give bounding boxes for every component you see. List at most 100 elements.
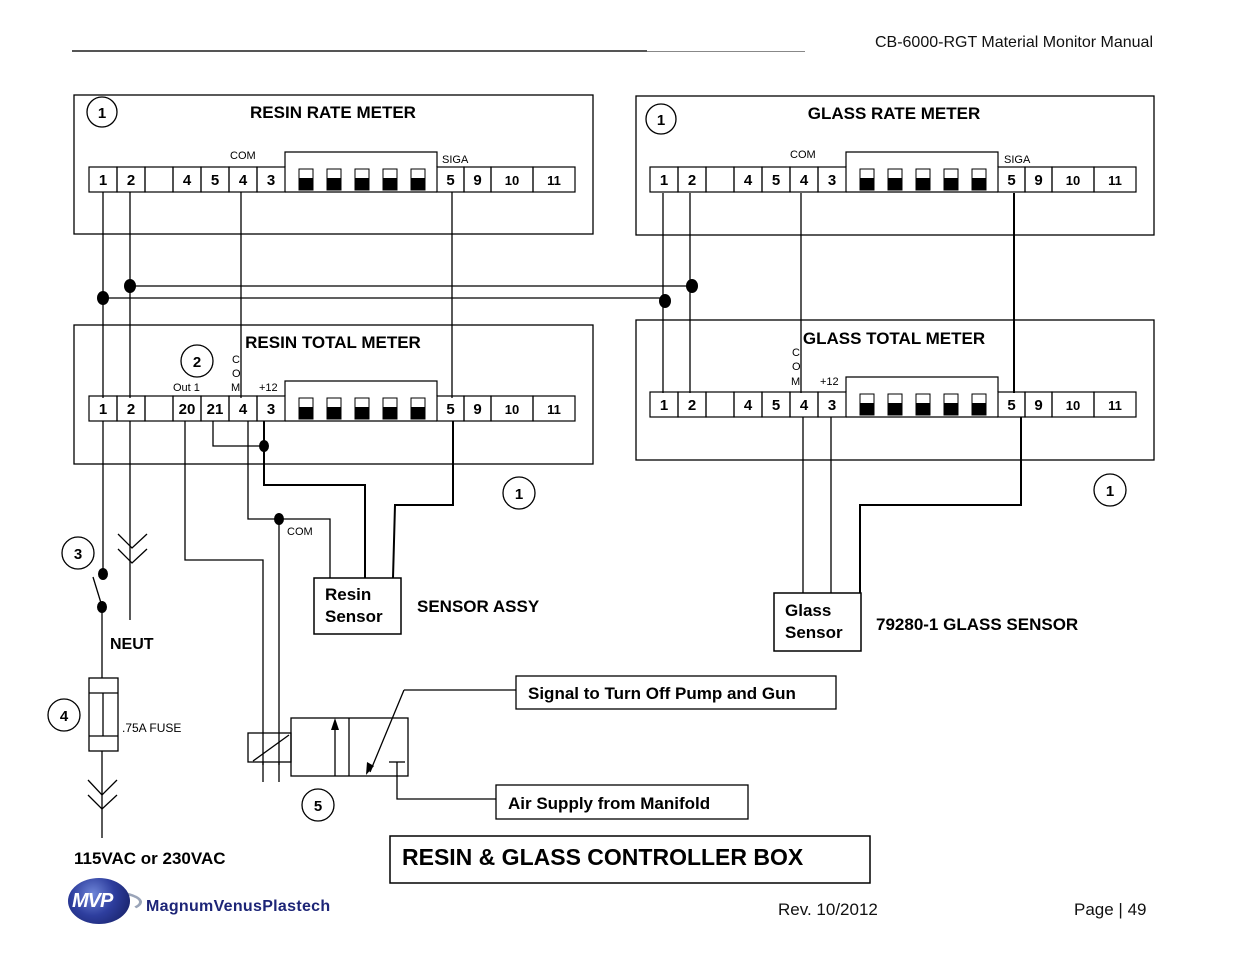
dip-switch-toggle (411, 178, 425, 190)
terminal-label: 10 (505, 402, 519, 417)
callout-resin-total: 2 (193, 354, 201, 371)
glass-sensor-line1: Glass (785, 601, 831, 620)
terminal-label: 11 (547, 402, 561, 417)
dip-switch-toggle (327, 178, 341, 190)
resin-rate-siga-label: SIGA (442, 154, 469, 166)
terminal-label: 9 (1034, 397, 1042, 414)
terminal-label: 4 (800, 397, 809, 414)
glass-sensor-line2: Sensor (785, 623, 843, 642)
terminal-label: 5 (446, 401, 454, 418)
terminal-label: 1 (660, 397, 668, 414)
terminal-label: 2 (127, 401, 135, 418)
page-number: Page | 49 (1074, 900, 1147, 919)
junction-dots (97, 279, 698, 613)
dip-switch-toggle (888, 178, 902, 190)
terminal-label: 2 (688, 397, 696, 414)
wires (87, 192, 1022, 838)
resin-total-com-o: O (232, 368, 241, 380)
resin-rate-com-label: COM (230, 150, 256, 162)
resin-total-com-c: C (232, 354, 240, 366)
terminal-label: 9 (473, 172, 481, 189)
terminal-label: 4 (239, 401, 248, 418)
callout-glass-rate: 1 (657, 112, 665, 129)
terminal-label: 4 (183, 172, 192, 189)
terminal-label: 5 (446, 172, 454, 189)
terminal (144, 395, 174, 422)
terminal (705, 391, 735, 418)
callout-valve: 5 (314, 798, 322, 815)
glass-total-com-m: M (791, 376, 800, 388)
resin-total-meter-title: RESIN TOTAL METER (245, 333, 421, 352)
terminal-label: 9 (473, 401, 481, 418)
resin-total-out1-label: Out 1 (173, 382, 200, 394)
glass-total-com-o: O (792, 361, 801, 373)
callout-glass-sensor: 1 (1106, 483, 1114, 500)
terminal-label: 4 (744, 397, 753, 414)
dip-switch-housing (845, 151, 999, 167)
terminal (144, 166, 174, 193)
dip-switch-housing (284, 151, 438, 167)
dip-switch-toggle (327, 407, 341, 419)
terminal-label: 11 (1108, 398, 1122, 413)
terminal-label: 3 (828, 172, 836, 189)
dip-switch-toggle (944, 403, 958, 415)
terminal-label: 4 (744, 172, 753, 189)
terminal-label: 10 (1066, 173, 1080, 188)
terminal-label: 9 (1034, 172, 1042, 189)
dip-switch-toggle (299, 407, 313, 419)
terminal-label: 10 (1066, 398, 1080, 413)
terminal-label: 5 (1007, 397, 1015, 414)
resin-total-plus12: +12 (259, 382, 278, 394)
revision-date: Rev. 10/2012 (778, 900, 878, 919)
terminal-label: 5 (211, 172, 219, 189)
glass-rate-siga-label: SIGA (1004, 154, 1031, 166)
dip-switch-housing (284, 380, 438, 396)
controller-title: RESIN & GLASS CONTROLLER BOX (402, 844, 804, 870)
glass-rate-terminal-strip: 1 2 4 5 4 3 5 9 10 11 (649, 151, 1137, 193)
glass-sensor-caption: 79280-1 GLASS SENSOR (876, 615, 1078, 634)
terminal-label: 11 (1108, 173, 1122, 188)
terminal-label: 4 (800, 172, 809, 189)
dip-switch-toggle (299, 178, 313, 190)
terminal-label: 2 (688, 172, 696, 189)
resin-sensor-line2: Sensor (325, 607, 383, 626)
terminal-label: 5 (772, 397, 780, 414)
callout-switch: 3 (74, 546, 82, 563)
glass-total-terminal-strip: 1 2 4 5 4 3 5 9 10 11 (649, 376, 1137, 418)
dip-switch-toggle (916, 403, 930, 415)
dip-switch-housing (845, 376, 999, 392)
wiring-diagram: 1 2 4 5 4 3 5 9 10 11 1 2 4 5 4 3 5 9 10 111 2 20 21 4 3 5 9 10 11 1 2… (47, 94, 1155, 884)
dip-switch-toggle (944, 178, 958, 190)
logo-text: MagnumVenusPlastech (146, 898, 331, 915)
dip-switch-toggle (355, 178, 369, 190)
resin-sensor-line1: Resin (325, 585, 371, 604)
callout-fuse: 4 (60, 708, 69, 725)
resin-total-terminal-strip: 1 2 20 21 4 3 5 9 10 11 (88, 380, 576, 422)
glass-rate-meter-title: GLASS RATE METER (808, 104, 981, 123)
terminal-label: 3 (267, 401, 275, 418)
glass-total-plus12: +12 (820, 376, 839, 388)
terminal (705, 166, 735, 193)
air-supply-label: Air Supply from Manifold (508, 794, 710, 813)
company-logo: MVP MagnumVenusPlastech (64, 872, 364, 932)
neutral-label: NEUT (110, 636, 154, 653)
resin-sensor-caption: SENSOR ASSY (417, 597, 540, 616)
terminal-label: 11 (547, 173, 561, 188)
dip-switch-toggle (888, 403, 902, 415)
dip-switch-toggle (355, 407, 369, 419)
callout-resin-sensor: 1 (515, 486, 523, 503)
terminal-label: 10 (505, 173, 519, 188)
fuse-label: .75A FUSE (122, 721, 181, 735)
terminal-label: 1 (99, 401, 107, 418)
logo-mark: MVP (72, 890, 113, 912)
dip-switch-toggle (383, 178, 397, 190)
terminal-label: 1 (99, 172, 107, 189)
terminal-label: 21 (207, 401, 224, 418)
dip-switch-toggle (916, 178, 930, 190)
glass-total-meter-title: GLASS TOTAL METER (803, 329, 985, 348)
resin-rate-meter-title: RESIN RATE METER (250, 103, 416, 122)
resin-rate-terminal-strip: 1 2 4 5 4 3 5 9 10 11 (88, 151, 576, 193)
dip-switch-toggle (383, 407, 397, 419)
dip-switch-toggle (860, 178, 874, 190)
valve-arrow-up-icon (331, 718, 339, 730)
